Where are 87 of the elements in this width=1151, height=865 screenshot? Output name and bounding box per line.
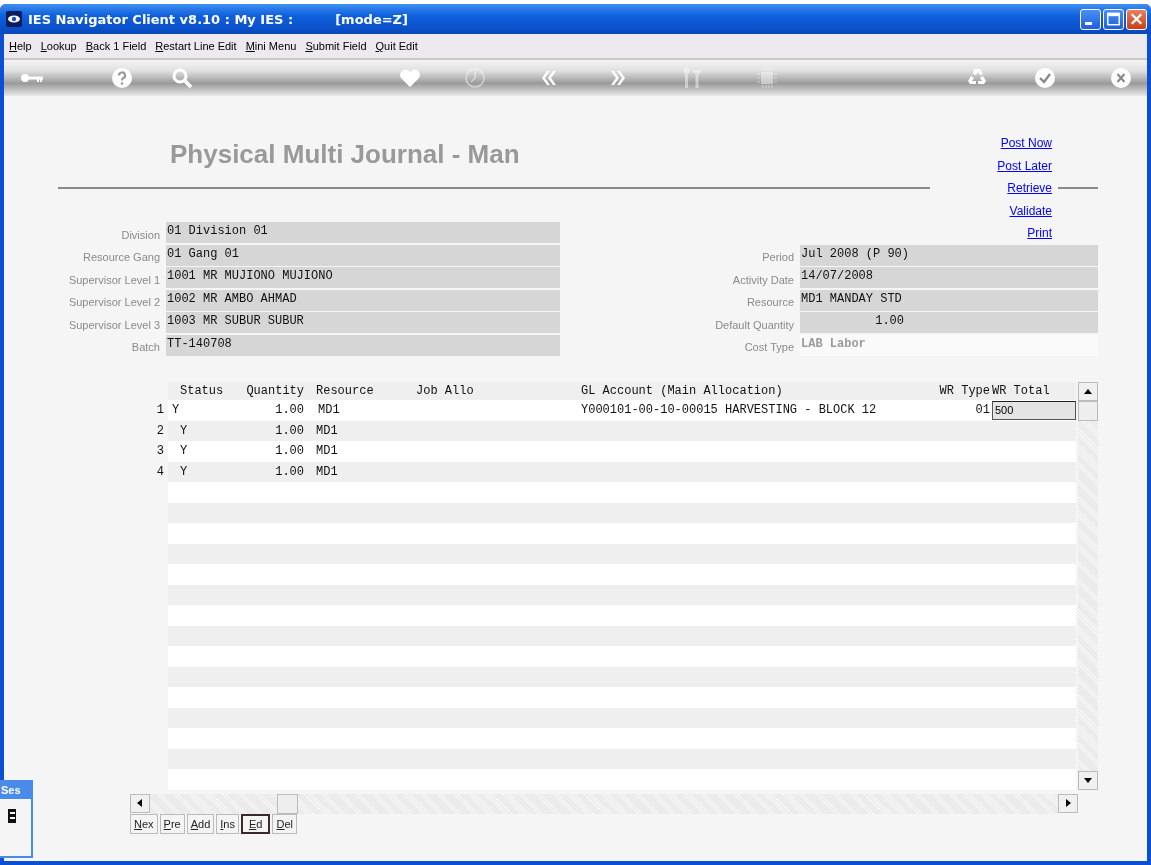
- action-link[interactable]: Validate: [1009, 203, 1052, 218]
- right-arrow-icon: [1063, 798, 1073, 808]
- text-field[interactable]: 1002 MR AMBO AHMAD: [166, 289, 560, 311]
- table-cell-text: Y: [171, 403, 181, 418]
- document-icon: [8, 809, 16, 823]
- nav-button[interactable]: Ed: [241, 813, 271, 834]
- nav-button[interactable]: Ins: [216, 813, 239, 834]
- down-arrow-icon: [1083, 775, 1093, 785]
- action-link[interactable]: Retrieve: [1007, 181, 1052, 196]
- text-field[interactable]: 01 Gang 01: [166, 244, 560, 266]
- table-cell-text: Y: [179, 423, 189, 438]
- row-number: 1: [155, 403, 165, 418]
- scroll-right-button[interactable]: [1058, 793, 1078, 813]
- menu-item[interactable]: Help: [9, 40, 32, 52]
- field-label: Batch: [131, 340, 161, 354]
- page-title: Physical Multi Journal - Man: [169, 139, 521, 170]
- menu-item[interactable]: Submit Field: [305, 40, 367, 52]
- menu-item[interactable]: Quit Edit: [375, 40, 418, 52]
- minimize-icon: [1084, 21, 1092, 25]
- menu-item[interactable]: Lookup: [40, 40, 77, 52]
- menu-item[interactable]: Restart Line Edit: [155, 40, 237, 52]
- text-field[interactable]: MD1 MANDAY STD: [800, 289, 1098, 311]
- field-label: Cost Type: [744, 340, 795, 354]
- column-header: GL Account (Main Allocation): [580, 384, 784, 398]
- text-field[interactable]: 01 Division 01: [166, 222, 560, 243]
- text-field[interactable]: TT-140708: [166, 334, 560, 356]
- window-title: IES Navigator Client v8.10 : My IES :: [28, 11, 294, 27]
- nav-button[interactable]: Add: [186, 813, 215, 834]
- field-label: Activity Date: [732, 272, 795, 286]
- action-link[interactable]: Post Now: [1000, 136, 1052, 151]
- nav-button[interactable]: Pre: [159, 813, 185, 834]
- table-cell-text: 1.00: [274, 423, 304, 438]
- column-header: WR Total: [991, 384, 1051, 398]
- text-field: LAB Labor: [800, 334, 1098, 356]
- field-label: Supervisor Level 2: [68, 295, 161, 309]
- table-cell-text: MD1: [315, 444, 339, 459]
- horizontal-scrollbar[interactable]: [130, 793, 1078, 814]
- table-cell-text: Y: [179, 444, 189, 459]
- scroll-down-button[interactable]: [1078, 770, 1098, 790]
- action-link[interactable]: Post Later: [997, 158, 1052, 173]
- field-label: Default Quantity: [715, 317, 795, 331]
- table-cell-text: Y: [179, 464, 189, 479]
- row-number: 4: [155, 464, 165, 479]
- field-label: Division: [121, 227, 161, 241]
- table-cell-text: MD1: [315, 423, 339, 438]
- close-button[interactable]: [1126, 8, 1147, 30]
- field-label: Resource Gang: [82, 250, 161, 264]
- column-header: WR Type: [938, 384, 990, 398]
- menu-item[interactable]: Mini Menu: [245, 40, 297, 52]
- row-number: 3: [155, 444, 165, 459]
- input-field[interactable]: 500: [992, 400, 1076, 420]
- vertical-scrollbar[interactable]: [1078, 382, 1098, 790]
- table-cell: Y000101-00-10-00015 HARVESTING - BLOCK 12: [581, 403, 877, 418]
- field-label: Supervisor Level 3: [68, 317, 161, 331]
- scroll-left-button[interactable]: [130, 793, 150, 813]
- table-cell-text: 1.00: [274, 464, 304, 479]
- app-icon: [6, 11, 22, 27]
- action-link[interactable]: Print: [1027, 226, 1052, 241]
- table-cell-text: 1.00: [274, 403, 304, 418]
- table-cell: 01: [975, 403, 990, 418]
- text-field[interactable]: 1.00: [800, 312, 1098, 333]
- scroll-thumb[interactable]: [1078, 401, 1098, 421]
- text-field[interactable]: 1001 MR MUJIONO MUJIONO: [166, 267, 560, 288]
- table-cell-text: MD1: [317, 403, 341, 418]
- nav-button[interactable]: Nex: [130, 813, 158, 834]
- column-header: Status: [179, 384, 225, 398]
- text-field[interactable]: 14/07/2008: [800, 267, 1098, 288]
- panel-title: Ses: [0, 782, 31, 799]
- scroll-up-button[interactable]: [1078, 382, 1098, 401]
- minimize-button[interactable]: [1080, 8, 1101, 30]
- column-header: Job Allo: [415, 384, 475, 398]
- window-mode: [mode=Z]: [335, 11, 408, 27]
- column-header: Quantity: [245, 384, 304, 398]
- nav-button[interactable]: Del: [272, 813, 297, 834]
- column-header: Resource: [315, 384, 375, 398]
- field-label: Supervisor Level 1: [68, 272, 161, 286]
- maximize-button[interactable]: [1103, 8, 1124, 30]
- field-label: Period: [762, 250, 795, 264]
- left-arrow-icon: [135, 798, 145, 808]
- table-cell-text: 1.00: [274, 444, 304, 459]
- table-cell-text: MD1: [315, 464, 339, 479]
- field-label: Resource: [746, 295, 795, 309]
- scroll-thumb[interactable]: [277, 793, 298, 814]
- row-number: 2: [155, 423, 165, 438]
- menu-item[interactable]: Back 1 Field: [85, 40, 147, 52]
- text-field[interactable]: Jul 2008 (P 90): [800, 244, 1098, 266]
- text-field[interactable]: 1003 MR SUBUR SUBUR: [166, 312, 560, 333]
